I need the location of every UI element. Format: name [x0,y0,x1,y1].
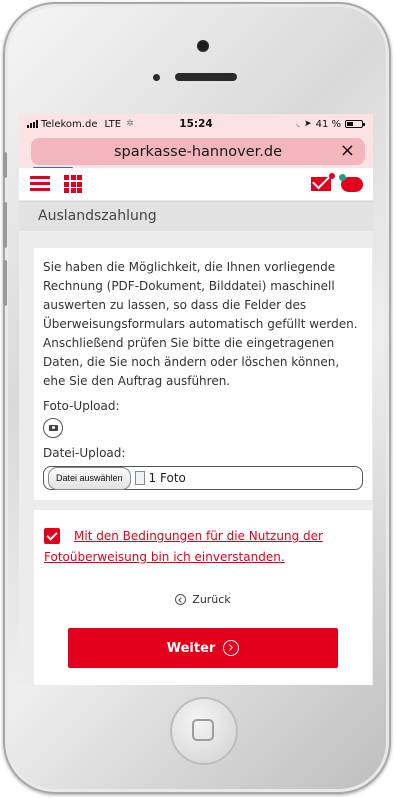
terms-line-2: Fotoüberweisung bin ich einverstanden. [44,550,285,564]
app-header [19,168,373,201]
mute-switch [3,152,7,178]
status-bar: Telekom.de LTE ✲ 15:24 ◟ ➤ 41 % [19,114,373,134]
browser-address-bar: sparkasse-hannover.de × [19,134,373,170]
next-button[interactable]: Weiter [68,628,338,668]
notification-dot [329,173,335,179]
home-square-icon [192,719,214,741]
back-button[interactable]: Zurück [34,593,372,606]
file-thumbnail-icon [134,471,145,485]
volume-up-button [3,202,7,248]
home-button[interactable] [170,697,238,765]
front-camera [197,40,209,52]
terms-card: Mit den Bedingungen für die Nutzung der … [34,510,372,685]
terms-checkbox[interactable] [44,528,60,544]
section-title: Auslandszahlung [19,201,373,231]
earpiece-speaker [175,73,237,81]
battery-icon [345,120,365,128]
clock: 15:24 [179,118,213,130]
photo-upload-label: Foto-Upload: [43,399,120,413]
next-label: Weiter [166,640,216,656]
file-upload-label: Datei-Upload: [43,446,126,460]
chevron-right-icon [223,640,240,656]
upload-card: Sie haben die Möglichkeit, die Ihnen vor… [34,248,372,500]
chevron-left-icon [175,594,187,605]
proximity-sensor [153,74,160,81]
file-status: 1 Foto [148,470,186,485]
apps-grid-icon[interactable] [64,175,82,193]
url-text: sparkasse-hannover.de [113,143,283,160]
choose-file-button[interactable]: Datei auswählen [48,466,131,490]
phone-screen: Telekom.de LTE ✲ 15:24 ◟ ➤ 41 % sparkass… [19,114,373,685]
chat-icon[interactable] [339,174,363,196]
file-upload-field[interactable]: Datei auswählen 1 Foto [43,466,363,490]
upload-description: Sie haben die Möglichkeit, die Ihnen vor… [43,260,358,388]
close-icon[interactable]: × [340,141,355,161]
url-field[interactable]: sparkasse-hannover.de × [31,138,365,165]
menu-icon[interactable] [30,176,50,192]
mail-icon[interactable] [311,177,331,191]
terms-line-1: Mit den Bedingungen für die Nutzung der [74,529,323,543]
back-label: Zurück [192,593,231,606]
volume-down-button [3,260,7,306]
camera-icon[interactable] [43,418,63,438]
terms-link[interactable]: Mit den Bedingungen für die Nutzung der … [44,526,323,568]
